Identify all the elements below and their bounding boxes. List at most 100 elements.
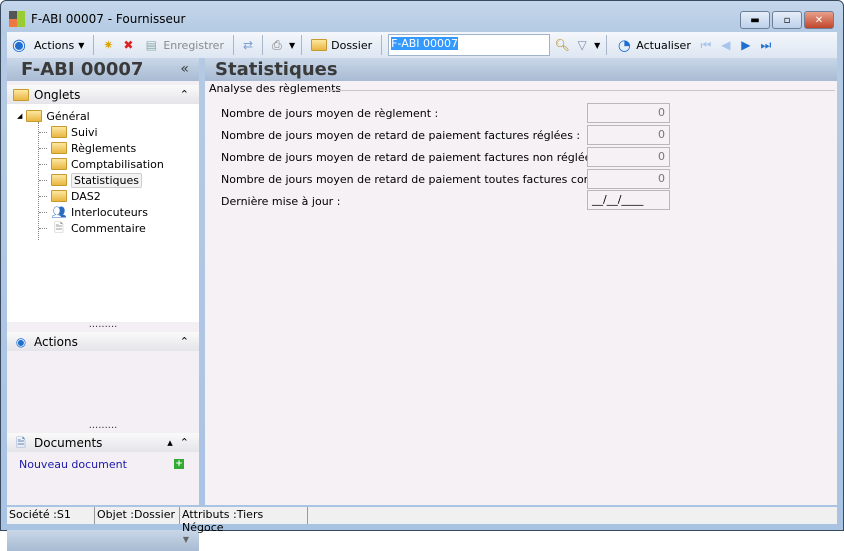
first-record-icon[interactable]: ⏮ xyxy=(698,37,714,53)
field-label: Nombre de jours moyen de règlement : xyxy=(221,107,439,120)
status-company: Société :S1 xyxy=(7,507,95,524)
avg-delay-paid-field[interactable]: 0 xyxy=(587,125,670,145)
folder-icon xyxy=(51,190,67,202)
expand-icon[interactable]: ◢ xyxy=(17,112,22,120)
folder-icon xyxy=(51,126,67,138)
tree-item-label: Règlements xyxy=(71,141,137,155)
page-title: Statistiques xyxy=(205,58,837,81)
splitter-handle[interactable]: ......... xyxy=(7,421,199,433)
tree-item-suivi[interactable]: Suivi xyxy=(39,124,98,140)
tree-item-general[interactable]: ◢ Général xyxy=(17,108,90,124)
tabs-tree: ◢ Général Suivi Règlements Comptabilisati… xyxy=(7,104,199,278)
field-label: Dernière mise à jour : xyxy=(221,195,341,208)
collapse-icon[interactable]: ⌃ xyxy=(180,335,189,348)
avg-delay-unpaid-field[interactable]: 0 xyxy=(587,147,670,167)
title-bar: F-ABI 00007 - Fournisseur xyxy=(9,10,185,28)
tree-item-label: Commentaire xyxy=(71,221,146,235)
collapse-sidebar-button[interactable]: « xyxy=(180,58,189,81)
refresh-label: Actualiser xyxy=(636,38,691,52)
refresh-icon: ◔ xyxy=(617,36,631,54)
avg-payment-days-field[interactable]: 0 xyxy=(587,103,670,123)
new-icon[interactable]: ✷ xyxy=(100,37,116,53)
field-label: Nombre de jours moyen de retard de paiem… xyxy=(221,151,605,164)
folder-icon xyxy=(51,142,67,154)
folder-icon xyxy=(51,158,67,170)
record-id: F-ABI 00007 xyxy=(21,59,144,80)
minimize-button[interactable]: ▬ xyxy=(740,11,770,29)
actions-panel-header[interactable]: ◉ Actions ⌃ xyxy=(7,332,199,351)
search-input[interactable]: F-ABI 00007 xyxy=(388,34,551,56)
toolbar: ◉ Actions ▼ ✷ ✖ ▤ Enregistrer ⇄ ⎙ ▼ Dossie… xyxy=(7,32,837,58)
field-label: Nombre de jours moyen de retard de paiem… xyxy=(221,173,642,186)
tree-item-reglements[interactable]: Règlements xyxy=(39,140,136,156)
tree-item-comptabilisation[interactable]: Comptabilisation xyxy=(39,156,164,172)
close-button[interactable]: ✕ xyxy=(804,11,834,29)
actions-label: Actions xyxy=(34,38,75,52)
delete-icon[interactable]: ✖ xyxy=(120,37,136,53)
actions-panel-label: Actions xyxy=(34,334,78,349)
refresh-button[interactable]: ◔ Actualiser xyxy=(613,34,694,56)
status-object: Objet :Dossier xyxy=(95,507,180,524)
documents-panel-header[interactable]: 🗎︎ Documents ▴ ⌃ xyxy=(7,433,199,452)
status-attributes: Attributs :Tiers Négoce xyxy=(180,507,308,534)
group-title: Analyse des règlements xyxy=(209,82,342,95)
previous-record-icon[interactable]: ◀ xyxy=(718,37,734,53)
documents-label: Documents xyxy=(34,435,103,450)
search-icon[interactable]: 🔍︎ xyxy=(554,37,570,53)
onglets-label: Onglets xyxy=(34,87,81,102)
print-icon[interactable]: ⎙ xyxy=(269,37,285,53)
field-label: Nombre de jours moyen de retard de paiem… xyxy=(221,129,581,142)
status-bar: Société :S1 Objet :Dossier Attributs :Ti… xyxy=(7,507,837,534)
tree-item-commentaire[interactable]: 🗎︎ Commentaire xyxy=(39,220,146,236)
folder-label: Dossier xyxy=(331,38,373,52)
collapse-icon[interactable]: ▴ ⌃ xyxy=(167,436,189,449)
tree-item-interlocuteurs[interactable]: 👥︎ Interlocuteurs xyxy=(39,204,148,220)
folder-icon xyxy=(311,39,328,51)
filter-dropdown-icon[interactable]: ▼ xyxy=(594,41,600,50)
sidebar-bottom-bar: ▼ xyxy=(7,530,199,551)
sync-icon[interactable]: ⇄ xyxy=(240,37,256,53)
tree-item-das2[interactable]: DAS2 xyxy=(39,188,101,204)
save-button[interactable]: ▤ Enregistrer xyxy=(140,34,227,56)
last-record-icon[interactable]: ⏭ xyxy=(758,37,774,53)
print-dropdown-icon[interactable]: ▼ xyxy=(289,41,295,50)
add-document-icon[interactable]: + xyxy=(174,459,184,469)
application-window: F-ABI 00007 - Fournisseur ▬ ▫ ✕ ◉ Action… xyxy=(0,0,844,551)
tree-item-statistiques[interactable]: Statistiques xyxy=(39,172,142,188)
tree-item-label: Comptabilisation xyxy=(71,157,164,171)
save-icon: ▤ xyxy=(145,38,158,52)
tree-item-label: Général xyxy=(46,109,90,123)
document-icon: 🗎︎ xyxy=(16,435,26,450)
main-panel: Statistiques Analyse des règlements Nomb… xyxy=(205,58,837,505)
maximize-button[interactable]: ▫ xyxy=(772,11,802,29)
actions-menu-button[interactable]: Actions ▼ xyxy=(31,34,87,56)
dropdown-icon: ▼ xyxy=(78,40,85,50)
tree-item-label: Suivi xyxy=(71,125,98,139)
folder-icon xyxy=(13,88,29,101)
home-icon[interactable]: ◉ xyxy=(11,37,27,53)
actions-icon: ◉ xyxy=(15,334,27,349)
app-icon xyxy=(9,11,25,27)
onglets-panel-header[interactable]: Onglets ⌃ xyxy=(7,85,199,104)
next-record-icon[interactable]: ▶ xyxy=(738,37,754,53)
tree-item-label: DAS2 xyxy=(71,189,101,203)
contacts-icon: 👥︎ xyxy=(51,205,67,219)
tree-item-label: Statistiques xyxy=(71,172,142,188)
last-update-field[interactable]: __/__/____ xyxy=(587,190,670,210)
avg-delay-all-field[interactable]: 0 xyxy=(587,169,670,189)
open-folder-icon xyxy=(51,174,67,186)
folder-icon xyxy=(26,110,43,122)
chevron-down-icon[interactable]: ▼ xyxy=(183,535,189,544)
sidebar-title: F-ABI 00007 « xyxy=(7,58,199,81)
save-label: Enregistrer xyxy=(163,38,224,52)
filter-icon[interactable]: ▽ xyxy=(574,37,590,53)
new-document-link[interactable]: Nouveau document xyxy=(19,458,127,471)
tree-item-label: Interlocuteurs xyxy=(71,205,148,219)
document-icon: 🗎︎ xyxy=(54,221,64,235)
collapse-icon[interactable]: ⌃ xyxy=(180,88,189,101)
folder-button[interactable]: Dossier xyxy=(308,34,375,56)
search-value: F-ABI 00007 xyxy=(391,37,458,50)
window-title: F-ABI 00007 - Fournisseur xyxy=(31,12,186,26)
sidebar: F-ABI 00007 « Onglets ⌃ ◢ Général Suivi Règ… xyxy=(7,58,199,551)
splitter-handle[interactable]: ......... xyxy=(7,320,199,332)
